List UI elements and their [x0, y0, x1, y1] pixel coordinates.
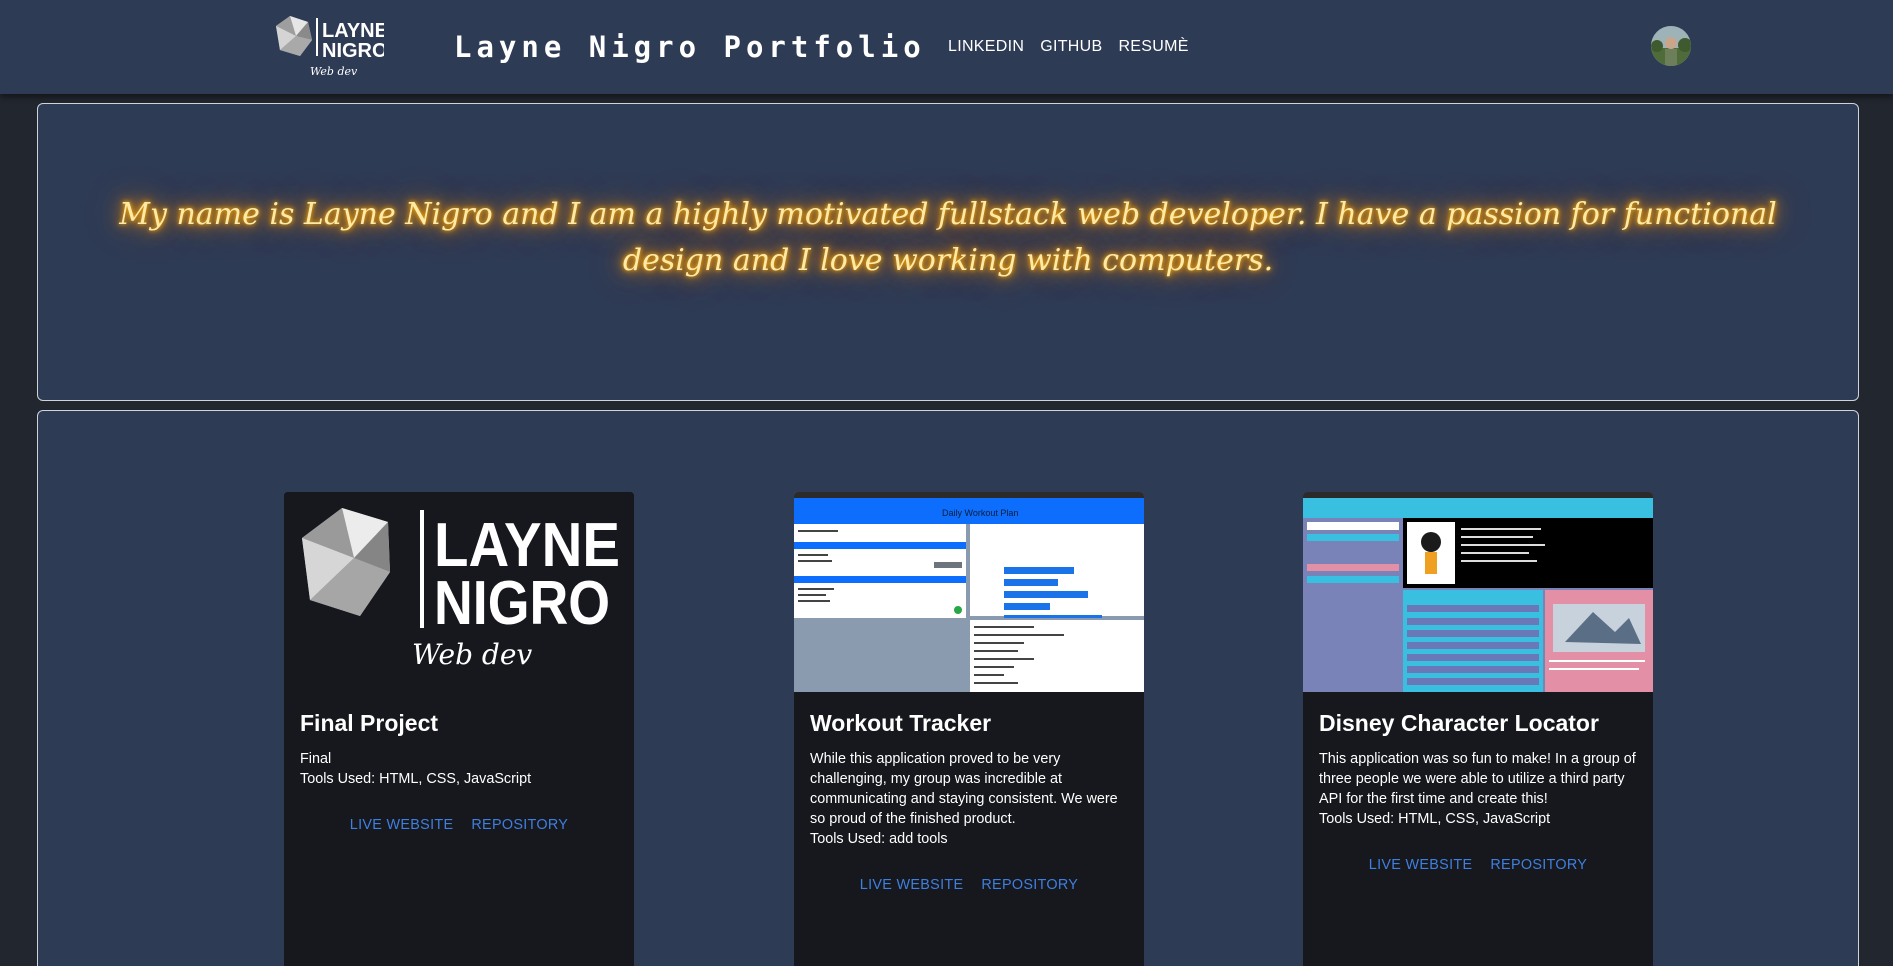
project-actions: LIVE WEBSITE REPOSITORY: [1303, 857, 1653, 873]
bio-panel: My name is Layne Nigro and I am a highly…: [37, 103, 1859, 401]
project-title: Final Project: [300, 710, 439, 736]
live-website-link[interactable]: LIVE WEBSITE: [350, 817, 454, 833]
project-tools: Tools Used: add tools: [810, 831, 948, 847]
project-title: Disney Character Locator: [1319, 710, 1599, 736]
avatar-photo-icon: [1651, 26, 1691, 66]
project-thumbnail: [1303, 492, 1653, 692]
repository-link[interactable]: REPOSITORY: [471, 817, 568, 833]
project-description-text: This application was so fun to make! In …: [1319, 751, 1636, 807]
project-description-text: Final: [300, 751, 332, 767]
project-card-final-project: LAYNE NIGRO Web dev Final Project Final …: [284, 492, 634, 966]
page-title: Layne Nigro Portfolio: [454, 30, 926, 64]
live-website-link[interactable]: LIVE WEBSITE: [1369, 857, 1473, 873]
project-description-text: While this application proved to be very…: [810, 751, 1118, 827]
thumb-heading: Daily Workout Plan: [942, 508, 1018, 518]
logo-text-line1: LAYNE: [322, 20, 384, 42]
thumb-logo-line2: NIGRO: [434, 569, 610, 638]
repository-link[interactable]: REPOSITORY: [1490, 857, 1587, 873]
live-website-link[interactable]: LIVE WEBSITE: [860, 877, 964, 893]
project-description: While this application proved to be very…: [810, 749, 1132, 849]
project-tools: Tools Used: HTML, CSS, JavaScript: [1319, 811, 1551, 827]
projects-panel: LAYNE NIGRO Web dev Final Project Final …: [37, 410, 1859, 966]
repository-link[interactable]: REPOSITORY: [981, 877, 1078, 893]
logo-subtitle: Web dev: [310, 65, 358, 78]
project-card-workout-tracker: Daily Workout Plan Workout Tracker While…: [794, 492, 1144, 966]
workout-app-screenshot: Daily Workout Plan: [794, 492, 1144, 692]
logo-text-line2: NIGRO: [322, 40, 384, 62]
project-card-disney-character-locator: Disney Character Locator This applicatio…: [1303, 492, 1653, 966]
nav-link-resume[interactable]: RESUMÈ: [1118, 38, 1188, 56]
logo-graphic: LAYNE NIGRO Web dev: [276, 16, 388, 78]
project-thumbnail: Daily Workout Plan: [794, 492, 1144, 692]
top-app-bar: LAYNE NIGRO Web dev Layne Nigro Portfoli…: [0, 0, 1893, 94]
site-logo[interactable]: LAYNE NIGRO Web dev: [272, 14, 388, 80]
main-nav: LINKEDIN GITHUB RESUMÈ: [948, 38, 1189, 56]
nav-link-linkedin[interactable]: LINKEDIN: [948, 38, 1024, 56]
project-actions: LIVE WEBSITE REPOSITORY: [284, 817, 634, 833]
thumb-logo-subtitle: Web dev: [412, 638, 532, 671]
project-logo-image: LAYNE NIGRO Web dev: [302, 508, 620, 671]
project-description: This application was so fun to make! In …: [1319, 749, 1641, 829]
project-title: Workout Tracker: [810, 710, 992, 736]
project-actions: LIVE WEBSITE REPOSITORY: [794, 877, 1144, 893]
project-thumbnail: LAYNE NIGRO Web dev: [284, 492, 634, 692]
project-description: Final Tools Used: HTML, CSS, JavaScript: [300, 749, 622, 789]
disney-app-screenshot: [1303, 492, 1653, 692]
project-tools: Tools Used: HTML, CSS, JavaScript: [300, 771, 532, 787]
bio-text: My name is Layne Nigro and I am a highly…: [119, 197, 1777, 278]
nav-link-github[interactable]: GITHUB: [1040, 38, 1102, 56]
avatar[interactable]: [1651, 26, 1691, 66]
